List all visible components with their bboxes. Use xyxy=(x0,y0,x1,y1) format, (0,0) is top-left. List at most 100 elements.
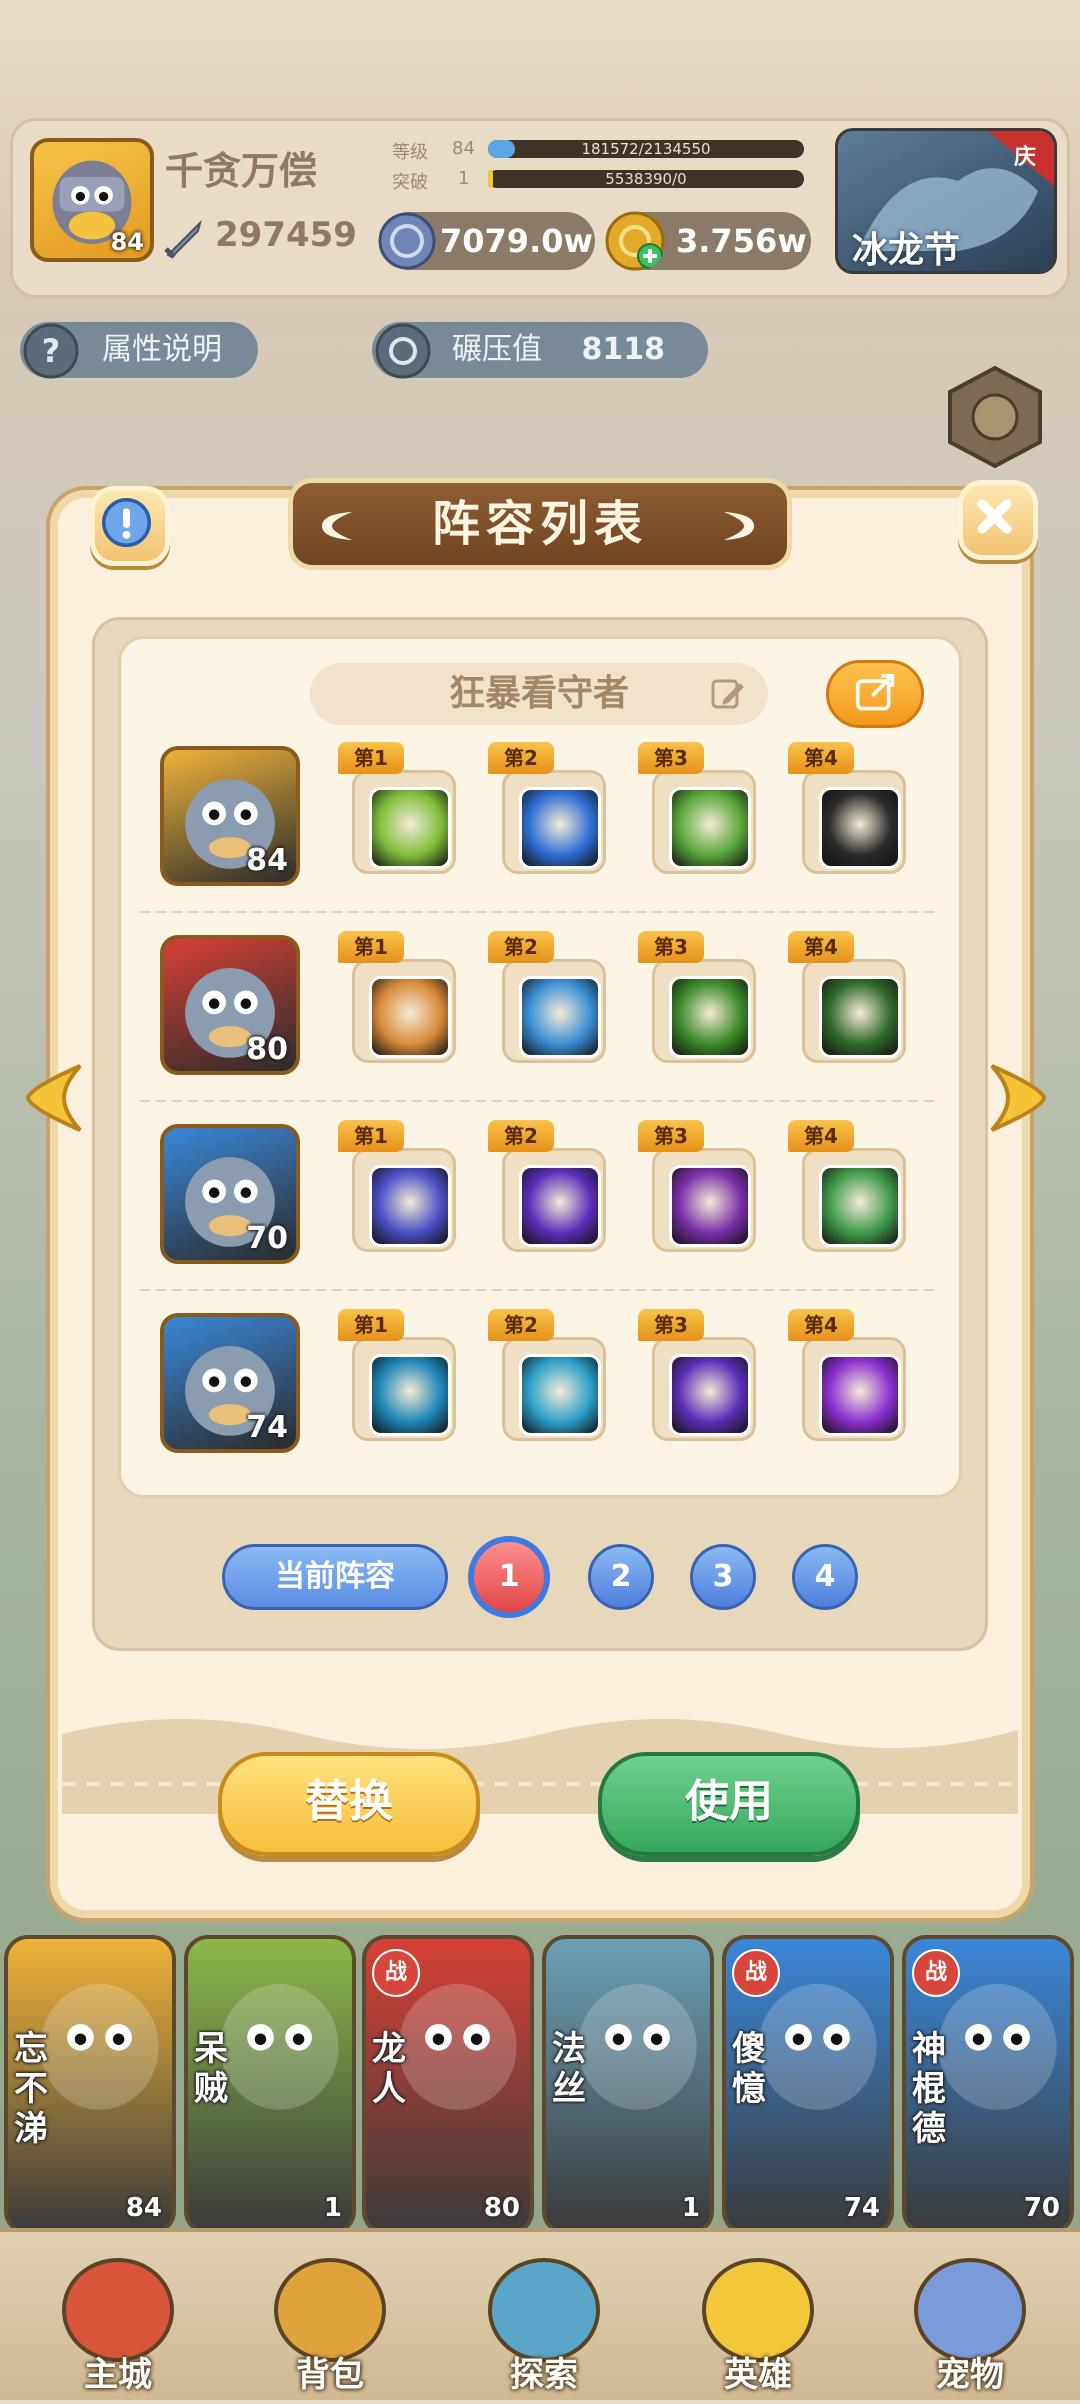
roster-hero-level: 74 xyxy=(843,2193,880,2223)
skill-icon xyxy=(669,1354,751,1436)
player-name: 千贪万偿 xyxy=(165,149,318,193)
skill-slot[interactable] xyxy=(802,1148,906,1252)
skill-slot[interactable] xyxy=(502,1148,606,1252)
nav-1[interactable]: 背包 xyxy=(240,2240,420,2400)
player-avatar[interactable]: 84 xyxy=(30,138,154,262)
skill-slot[interactable] xyxy=(802,959,906,1063)
skill-slot[interactable] xyxy=(502,1337,606,1441)
skill-order-tag: 第3 xyxy=(638,1120,704,1152)
skill-order-tag: 第3 xyxy=(638,1309,704,1341)
lineup-hero-card[interactable]: 70 xyxy=(160,1124,300,1264)
skill-icon xyxy=(519,1165,601,1247)
totem-icon[interactable] xyxy=(940,362,1050,472)
nav-label: 宠物 xyxy=(936,2355,1004,2395)
arrow-right-icon[interactable] xyxy=(982,1058,1052,1138)
roster-hero-level: 1 xyxy=(681,2193,700,2223)
skill-icon xyxy=(369,1354,451,1436)
skill-icon xyxy=(519,1354,601,1436)
event-corner-tag: 庆 xyxy=(1013,145,1036,170)
skill-icon xyxy=(369,787,451,869)
lineup-page-3[interactable]: 3 xyxy=(690,1544,756,1610)
roster-hero-name: 神棍德 xyxy=(912,2029,946,2149)
gold-coin-icon xyxy=(605,211,665,271)
skill-icon xyxy=(669,787,751,869)
skill-order-tag: 第4 xyxy=(788,931,854,963)
roster-hero-name: 傻憶 xyxy=(732,2029,766,2109)
skill-slot[interactable] xyxy=(652,1148,756,1252)
event-banner[interactable]: 庆 冰龙节 xyxy=(835,128,1057,274)
skill-slot[interactable] xyxy=(652,1337,756,1441)
info-button[interactable] xyxy=(90,486,170,566)
skill-slot[interactable] xyxy=(352,959,456,1063)
skill-slot[interactable] xyxy=(352,1148,456,1252)
skill-slot[interactable] xyxy=(502,959,606,1063)
roster-hero-card[interactable]: 忘不涕 84 xyxy=(4,1935,176,2235)
silver-value: 7079.0w xyxy=(440,222,594,260)
roster-hero-name: 忘不涕 xyxy=(14,2029,48,2149)
use-button[interactable]: 使用 xyxy=(598,1752,860,1856)
skill-order-tag: 第4 xyxy=(788,1309,854,1341)
event-label: 冰龙节 xyxy=(852,230,961,271)
team-name-box[interactable]: 狂暴看守者 xyxy=(310,663,768,725)
skill-order-tag: 第3 xyxy=(638,742,704,774)
nav-label: 探索 xyxy=(510,2355,578,2395)
nav-3[interactable]: 英雄 xyxy=(668,2240,848,2400)
nav-label: 主城 xyxy=(84,2355,152,2395)
roster-hero-level: 84 xyxy=(125,2193,162,2223)
attr-info-label: 属性说明 xyxy=(102,332,222,367)
share-icon xyxy=(855,673,895,711)
exp-text: 181572/2134550 xyxy=(581,140,711,158)
skill-icon xyxy=(819,976,901,1058)
level-label: 等级 xyxy=(392,142,428,163)
lineup-page-4[interactable]: 4 xyxy=(792,1544,858,1610)
skill-slot[interactable] xyxy=(652,770,756,874)
lineup-page-2[interactable]: 2 xyxy=(588,1544,654,1610)
modal-title: 阵容列表 xyxy=(431,496,648,552)
title-ornament-left-icon xyxy=(322,512,352,540)
skill-slot[interactable] xyxy=(352,1337,456,1441)
skill-icon xyxy=(819,1165,901,1247)
gold-value: 3.756w xyxy=(676,222,807,260)
skill-slot[interactable] xyxy=(652,959,756,1063)
skill-order-tag: 第4 xyxy=(788,1120,854,1152)
lineup-hero-card[interactable]: 84 xyxy=(160,746,300,886)
skill-slot[interactable] xyxy=(502,770,606,874)
skill-icon xyxy=(819,787,901,869)
roster-hero-card[interactable]: 战傻憶 74 xyxy=(722,1935,894,2235)
roster-hero-name: 呆贼 xyxy=(194,2029,228,2109)
nav-4[interactable]: 宠物 xyxy=(880,2240,1060,2400)
nav-0[interactable]: 主城 xyxy=(28,2240,208,2400)
skill-order-tag: 第1 xyxy=(338,742,404,774)
replace-button[interactable]: 替换 xyxy=(218,1752,480,1856)
skill-icon xyxy=(819,1354,901,1436)
battle-badge: 战 xyxy=(912,1949,960,1997)
row-divider xyxy=(140,1100,940,1102)
row-divider xyxy=(140,911,940,913)
battle-badge: 战 xyxy=(732,1949,780,1997)
modal-footer-decoration xyxy=(62,1694,1018,1814)
roster-hero-card[interactable]: 战神棍德 70 xyxy=(902,1935,1074,2235)
nav-2[interactable]: 探索 xyxy=(454,2240,634,2400)
lineup-hero-card[interactable]: 74 xyxy=(160,1313,300,1453)
skill-slot[interactable] xyxy=(802,1337,906,1441)
info-icon xyxy=(102,498,151,547)
hero-level: 84 xyxy=(246,843,288,878)
roster-hero-card[interactable]: 战龙人 80 xyxy=(362,1935,534,2235)
crush-icon xyxy=(375,323,431,379)
skill-icon xyxy=(369,976,451,1058)
skill-icon xyxy=(519,787,601,869)
team-name: 狂暴看守者 xyxy=(448,673,629,714)
row-divider xyxy=(140,1289,940,1291)
lineup-hero-card[interactable]: 80 xyxy=(160,935,300,1075)
arrow-left-icon[interactable] xyxy=(20,1058,90,1138)
close-button[interactable] xyxy=(958,480,1038,560)
lineup-page-1[interactable]: 1 xyxy=(468,1536,550,1618)
share-button[interactable] xyxy=(826,660,924,728)
skill-slot[interactable] xyxy=(352,770,456,874)
roster-hero-card[interactable]: 法丝 1 xyxy=(542,1935,714,2235)
power-value: 297459 xyxy=(215,215,357,255)
edit-icon[interactable] xyxy=(710,677,746,711)
skill-order-tag: 第2 xyxy=(488,1309,554,1341)
skill-slot[interactable] xyxy=(802,770,906,874)
roster-hero-card[interactable]: 呆贼 1 xyxy=(184,1935,356,2235)
